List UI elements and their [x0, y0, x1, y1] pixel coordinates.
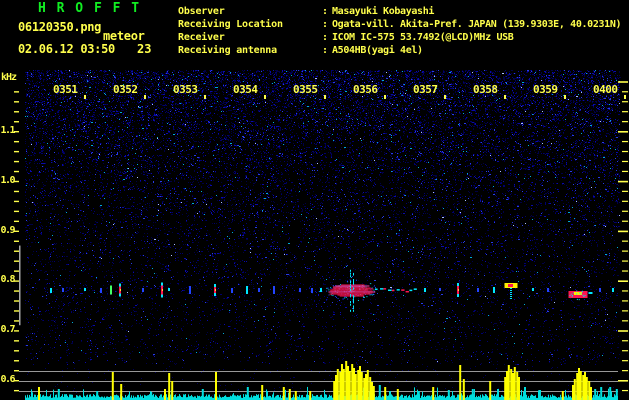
- time-tick-label: 0351: [53, 83, 78, 96]
- app-title: H R O F F T: [38, 1, 141, 16]
- time-tick-label: 0357: [413, 83, 438, 96]
- freq-axis-unit: kHz: [1, 72, 17, 83]
- station-row-value: Ogata-vill. Akita-Pref. JAPAN (139.9303E…: [332, 19, 622, 30]
- station-row-separator: :: [322, 45, 328, 56]
- freq-tick-label: 0.8: [0, 274, 15, 286]
- mode-label: meteor: [103, 29, 145, 43]
- time-tick-label: 0355: [293, 83, 318, 96]
- time-tick-label: 0353: [173, 83, 198, 96]
- time-tick-label: 0359: [533, 83, 558, 96]
- station-row-value: A504HB(yagi 4el): [332, 45, 423, 56]
- station-row-separator: :: [322, 19, 328, 30]
- freq-tick-label: 0.6: [0, 374, 15, 385]
- station-row: Receiving Location: Ogata-vill. Akita-Pre…: [178, 18, 622, 31]
- station-row: Receiving antenna: A504HB(yagi 4el): [178, 44, 621, 57]
- filename-label: 06120350.png: [18, 20, 102, 34]
- freq-tick-label: 0.9: [0, 224, 15, 236]
- time-tick-label: 0356: [353, 83, 378, 96]
- station-row-label: Receiver: [178, 32, 225, 43]
- station-row-separator: :: [322, 6, 328, 17]
- time-tick-label: 0358: [473, 83, 498, 96]
- hrofft-window: H R O F F T 06120350.png meteor 02.06.12…: [0, 0, 629, 400]
- time-tick-label: 0352: [113, 83, 138, 96]
- spectrogram-canvas: [0, 0, 629, 400]
- station-row-label: Receiving Location: [178, 19, 283, 30]
- station-row-label: Receiving antenna: [178, 45, 277, 56]
- time-tick-label: 0354: [233, 83, 258, 96]
- station-row: Observer: Masayuki Kobayashi: [178, 5, 621, 18]
- meteor-count: 23: [137, 42, 152, 56]
- station-row-label: Observer: [178, 6, 225, 17]
- station-row-value: ICOM IC-575 53.7492(@LCD)MHz USB: [332, 32, 514, 43]
- station-row: Receiver: ICOM IC-575 53.7492(@LCD)MHz US…: [178, 31, 621, 44]
- freq-tick-label: 1.0: [0, 174, 15, 186]
- station-row-value: Masayuki Kobayashi: [332, 6, 435, 17]
- station-row-separator: :: [322, 32, 328, 43]
- freq-tick-label: 1.1: [0, 125, 15, 136]
- freq-tick-label: 0.7: [0, 324, 15, 336]
- station-info-block: Observer: Masayuki Kobayashi Receiving Loc…: [178, 5, 622, 57]
- datetime-label: 02.06.12 03:50: [18, 42, 115, 56]
- time-tick-label: 0400: [593, 83, 618, 96]
